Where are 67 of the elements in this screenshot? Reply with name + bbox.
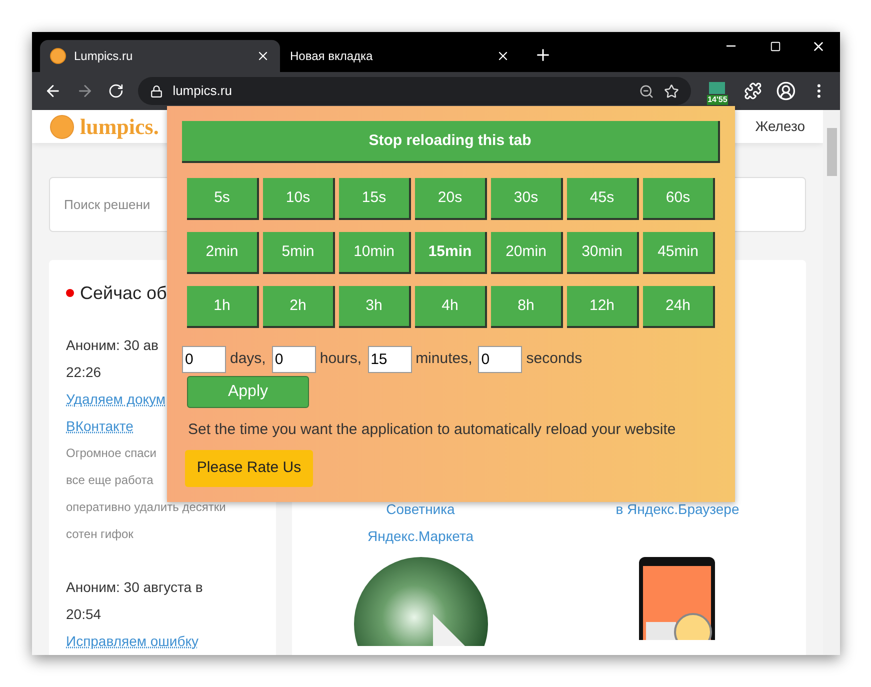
close-icon[interactable]	[496, 49, 510, 63]
interval-button[interactable]: 45s	[567, 178, 639, 220]
browser-tab[interactable]: Lumpics.ru	[40, 40, 280, 72]
time-input[interactable]: 0	[182, 346, 226, 373]
comment-meta: 22:26	[66, 363, 102, 382]
interval-button[interactable]: 4h	[415, 286, 487, 328]
tab-title: Lumpics.ru	[74, 48, 134, 65]
article-link[interactable]: ВКонтакте	[66, 413, 134, 440]
rate-button[interactable]: Please Rate Us	[185, 450, 313, 486]
time-input[interactable]: 0	[478, 346, 522, 373]
unit-label: hours,	[320, 349, 362, 370]
timer-badge: 14'55	[706, 95, 728, 105]
unit-label: days,	[230, 349, 266, 370]
interval-button[interactable]: 10min	[339, 232, 411, 274]
interval-button[interactable]: 30s	[491, 178, 563, 220]
hint-text: Set the time you want the application to automatically reload your website	[188, 420, 677, 440]
close-icon[interactable]	[256, 49, 270, 63]
site-logo[interactable]: lumpics.	[80, 110, 159, 143]
interval-button[interactable]: 15s	[339, 178, 411, 220]
interval-button[interactable]: 60s	[643, 178, 715, 220]
interval-button[interactable]: 30min	[567, 232, 639, 274]
apply-button[interactable]: Apply	[187, 376, 309, 408]
interval-button[interactable]: 5min	[263, 232, 335, 274]
time-input[interactable]: 15	[368, 346, 412, 373]
interval-button[interactable]: 45min	[643, 232, 715, 274]
lock-icon	[150, 84, 163, 98]
maximize-icon[interactable]	[770, 40, 781, 52]
new-tab-icon[interactable]	[534, 46, 552, 64]
article-title[interactable]: Яндекс.Маркета	[367, 523, 474, 550]
profile-icon[interactable]	[776, 81, 796, 101]
interval-button[interactable]: 10s	[263, 178, 335, 220]
unit-label: seconds	[526, 349, 582, 370]
site-favicon	[50, 48, 66, 64]
interval-button[interactable]: 15min	[415, 232, 487, 274]
comment-excerpt: Огромное спаси	[66, 445, 156, 462]
stop-reloading-button[interactable]: Stop reloading this tab	[182, 121, 720, 163]
reload-icon[interactable]	[108, 83, 124, 99]
zoom-icon[interactable]	[638, 84, 654, 98]
interval-button[interactable]: 2h	[263, 286, 335, 328]
article-link[interactable]: Исправляем ошибку	[66, 628, 199, 655]
interval-button[interactable]: 20s	[415, 178, 487, 220]
comment-meta: 20:54	[66, 605, 102, 624]
comment-meta: Аноним: 30 ав	[66, 336, 158, 355]
interval-button[interactable]: 1h	[187, 286, 259, 328]
comment-meta: Аноним: 30 августа в	[66, 578, 203, 597]
article-link[interactable]: Удаляем докум	[66, 386, 166, 413]
interval-button[interactable]: 2min	[187, 232, 259, 274]
unit-label: minutes,	[416, 349, 472, 370]
interval-button[interactable]: 8h	[491, 286, 563, 328]
sidebar-heading: Сейчас об	[80, 282, 167, 304]
bookmark-star-icon[interactable]	[664, 84, 678, 98]
tab-title: Новая вкладка	[290, 48, 374, 65]
interval-button[interactable]: 12h	[567, 286, 639, 328]
nav-link[interactable]: Железо	[755, 116, 805, 137]
logo-icon	[50, 114, 74, 138]
address-bar[interactable]: lumpics.ru	[138, 77, 690, 105]
back-icon[interactable]	[44, 82, 62, 100]
comment-excerpt: оперативно удалить десятки	[66, 499, 226, 516]
time-input[interactable]: 0	[272, 346, 316, 373]
extensions-icon[interactable]	[744, 82, 762, 100]
interval-button[interactable]: 5s	[187, 178, 259, 220]
interval-button[interactable]: 20min	[491, 232, 563, 274]
comment-excerpt: все еще работа	[66, 472, 154, 489]
comment-excerpt: сотен гифок	[66, 526, 134, 543]
interval-button[interactable]: 24h	[643, 286, 715, 328]
interval-button[interactable]: 3h	[339, 286, 411, 328]
address-text: lumpics.ru	[172, 82, 233, 100]
